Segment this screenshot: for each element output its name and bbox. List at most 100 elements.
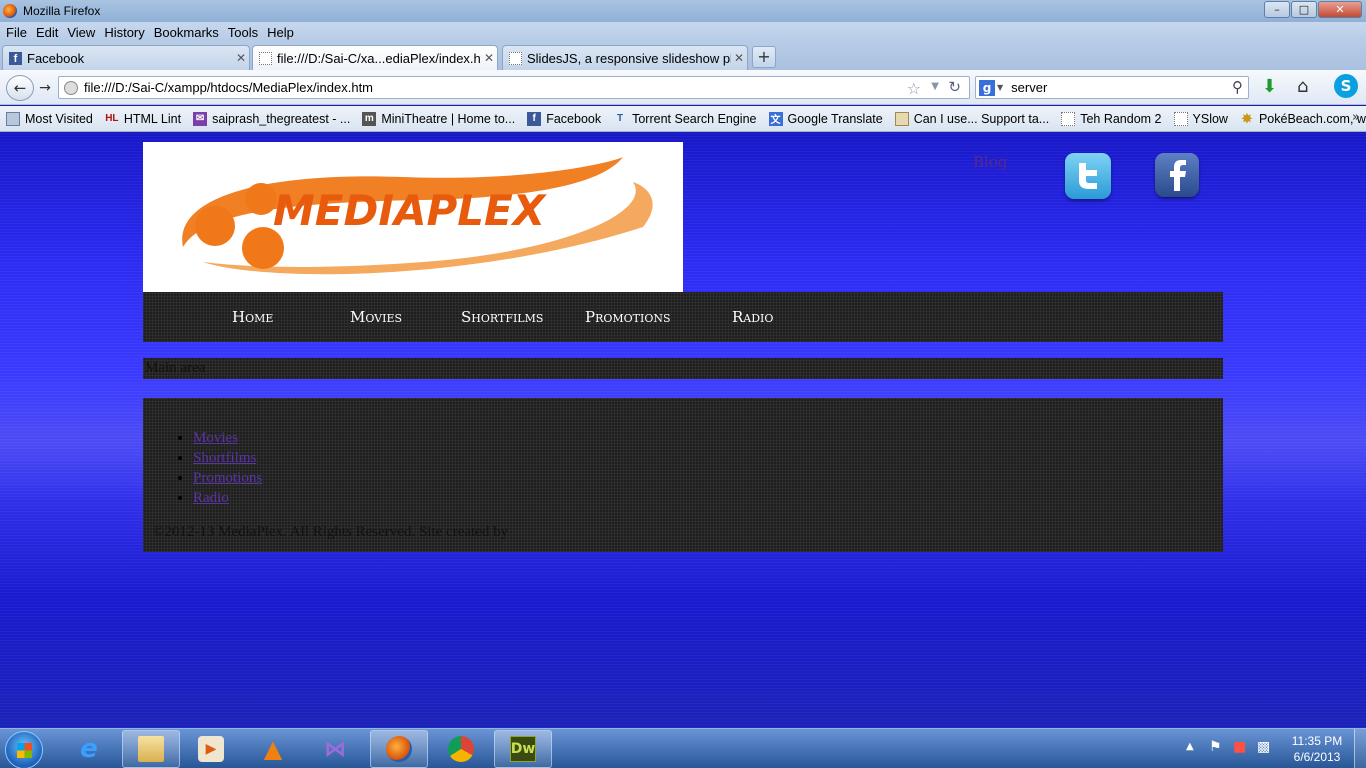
firefox-icon <box>3 4 17 18</box>
chrome-icon <box>448 736 474 762</box>
minimize-button[interactable]: – <box>1264 1 1290 18</box>
blank-page-icon <box>259 51 272 65</box>
bookmark-yslow[interactable]: YSlow <box>1173 111 1228 126</box>
torrent-icon: T <box>617 113 624 124</box>
show-hidden-icons-icon[interactable]: ▲ <box>1186 741 1194 752</box>
bookmark-google-translate[interactable]: 文 Google Translate <box>768 111 883 126</box>
most-visited-icon <box>6 111 20 126</box>
nav-radio[interactable]: Radio <box>732 308 773 326</box>
taskbar-visual-studio[interactable]: ⋈ <box>306 730 364 768</box>
url-bar[interactable]: ☆ ▼ ↻ <box>58 76 970 99</box>
facebook-icon: f <box>9 51 22 65</box>
bookmark-facebook[interactable]: f Facebook <box>527 111 602 126</box>
window-titlebar: Mozilla Firefox – □ ✕ <box>0 0 1366 22</box>
footer-link-radio[interactable]: Radio <box>193 490 229 506</box>
start-button[interactable] <box>5 731 43 768</box>
taskbar-vlc[interactable]: ▲ <box>244 730 302 768</box>
blog-link[interactable]: Blog <box>973 153 1007 171</box>
chevron-down-icon[interactable]: ▼ <box>997 83 1003 92</box>
bookmark-label: Facebook <box>546 111 602 126</box>
tab-facebook[interactable]: f Facebook ✕ <box>2 45 250 70</box>
mail-icon: ✉ <box>193 111 208 126</box>
footer-links: Movies Shortfilms Promotions Radio <box>193 428 262 508</box>
url-input[interactable] <box>84 80 884 95</box>
volume-icon[interactable]: ▩ <box>1257 739 1270 755</box>
menu-view[interactable]: View <box>67 25 95 40</box>
menu-help[interactable]: Help <box>267 25 294 40</box>
tab-strip: f Facebook ✕ file:///D:/Sai-C/xa...ediaP… <box>0 42 1366 70</box>
menu-file[interactable]: File <box>6 25 27 40</box>
bookmark-label: saiprash_thegreatest - ... <box>212 111 351 126</box>
bookmark-most-visited[interactable]: Most Visited <box>6 111 93 126</box>
search-icon[interactable]: ⚲ <box>1232 78 1243 96</box>
vlc-icon: ▲ <box>263 735 283 763</box>
bookmark-caniuse[interactable]: Can I use... Support ta... <box>894 111 1050 126</box>
mediaplex-logo[interactable]: MEDIAPLEX <box>143 142 683 292</box>
bookmark-teh-random[interactable]: Teh Random 2 <box>1061 111 1162 126</box>
taskbar-media-player[interactable]: ▶ <box>182 730 240 768</box>
blank-page-icon <box>1061 111 1076 126</box>
bookmark-torrent[interactable]: T Torrent Search Engine <box>613 112 756 126</box>
site-footer: Movies Shortfilms Promotions Radio ©2012… <box>143 398 1223 552</box>
bookmark-label: Teh Random 2 <box>1080 111 1162 126</box>
download-icon[interactable]: ⬇ <box>1262 76 1277 97</box>
bookmark-minitheatre[interactable]: m MiniTheatre | Home to... <box>362 111 515 126</box>
back-button[interactable]: ← <box>6 75 34 101</box>
search-bar[interactable]: g ▼ ⚲ <box>975 76 1249 99</box>
bookmark-star-icon[interactable]: ☆ <box>907 79 921 98</box>
tab-mediaplex[interactable]: file:///D:/Sai-C/xa...ediaPlex/index.htm… <box>252 45 498 70</box>
nav-home[interactable]: Home <box>232 308 273 326</box>
copyright-text: ©2012-13 MediaPlex. All Rights Reserved.… <box>153 524 509 540</box>
new-tab-button[interactable]: + <box>752 46 776 68</box>
menu-edit[interactable]: Edit <box>36 25 58 40</box>
taskbar-internet-explorer[interactable]: e <box>60 730 118 768</box>
show-desktop-button[interactable] <box>1354 729 1366 768</box>
action-center-flag-icon[interactable]: ⚑ <box>1209 739 1222 755</box>
tab-slidesjs[interactable]: SlidesJS, a responsive slideshow plug-..… <box>502 45 748 70</box>
list-item: Promotions <box>193 468 262 488</box>
dreamweaver-icon: Dw <box>510 736 536 762</box>
taskbar-firefox[interactable] <box>370 730 428 768</box>
network-icon[interactable]: ■ <box>1233 739 1246 755</box>
list-item: Movies <box>193 428 262 448</box>
nav-shortfilms[interactable]: Shortfilms <box>461 308 543 326</box>
facebook-icon[interactable] <box>1155 153 1199 197</box>
home-icon[interactable]: ⌂ <box>1297 76 1308 97</box>
maximize-button[interactable]: □ <box>1291 1 1317 18</box>
taskbar-file-explorer[interactable] <box>122 730 180 768</box>
menu-tools[interactable]: Tools <box>228 25 258 40</box>
close-button[interactable]: ✕ <box>1318 1 1362 18</box>
bookmark-label: Can I use... Support ta... <box>913 111 1050 126</box>
bookmark-pokebeach[interactable]: ✸ PokéBeach.com, with '... <box>1240 111 1366 126</box>
file-explorer-icon <box>138 736 164 762</box>
skype-icon[interactable]: S <box>1334 74 1358 98</box>
footer-link-shortfilms[interactable]: Shortfilms <box>193 450 256 466</box>
tab-close-icon[interactable]: ✕ <box>481 51 497 65</box>
search-input[interactable] <box>1011 80 1222 95</box>
nav-movies[interactable]: Movies <box>350 308 402 326</box>
forward-button[interactable]: → <box>34 78 56 98</box>
bookmark-label: YSlow <box>1192 111 1228 126</box>
reload-icon[interactable]: ↻ <box>948 78 961 96</box>
tab-close-icon[interactable]: ✕ <box>731 51 747 65</box>
menu-history[interactable]: History <box>104 25 144 40</box>
footer-link-movies[interactable]: Movies <box>193 430 238 446</box>
bookmarks-bar: Most Visited HL HTML Lint ✉ saiprash_the… <box>0 106 1366 132</box>
bookmark-mail[interactable]: ✉ saiprash_thegreatest - ... <box>193 111 351 126</box>
taskbar-chrome[interactable] <box>432 730 490 768</box>
nav-promotions[interactable]: Promotions <box>585 308 671 326</box>
system-clock[interactable]: 11:35 PM 6/6/2013 <box>1282 733 1352 765</box>
bookmark-label: HTML Lint <box>123 111 182 126</box>
chevron-right-icon[interactable]: » <box>1352 110 1360 125</box>
clock-time: 11:35 PM <box>1291 734 1343 748</box>
footer-link-promotions[interactable]: Promotions <box>193 470 262 486</box>
site-identity-icon[interactable] <box>64 80 78 95</box>
tab-close-icon[interactable]: ✕ <box>233 51 249 65</box>
bookmark-html-lint[interactable]: HL HTML Lint <box>105 112 181 126</box>
logo-text: MEDIAPLEX <box>273 186 548 235</box>
chevron-down-icon[interactable]: ▼ <box>931 81 939 92</box>
twitter-icon[interactable] <box>1065 153 1111 199</box>
google-icon[interactable]: g <box>979 79 995 96</box>
taskbar-dreamweaver[interactable]: Dw <box>494 730 552 768</box>
menu-bookmarks[interactable]: Bookmarks <box>154 25 219 40</box>
